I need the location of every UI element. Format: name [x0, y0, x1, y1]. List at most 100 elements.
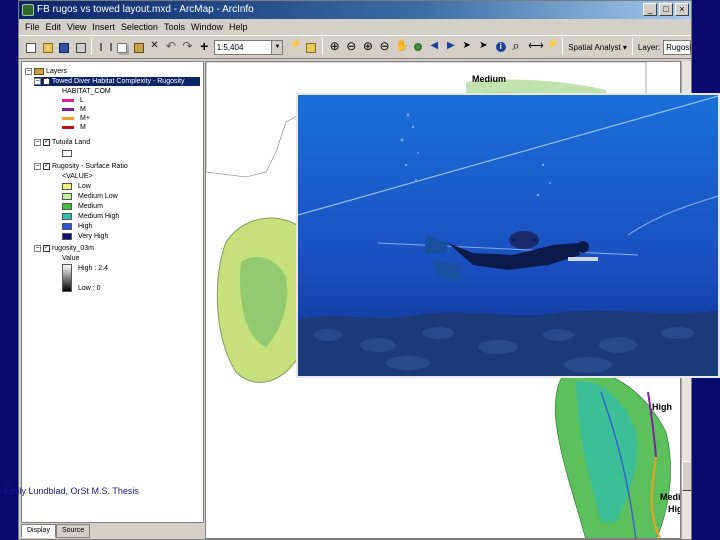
undo-icon[interactable]	[164, 39, 178, 54]
select-features-icon[interactable]	[461, 40, 475, 54]
legend-class-label: M	[80, 124, 86, 131]
legend-class-label: Medium Low	[78, 193, 118, 200]
back-extent-icon[interactable]	[427, 40, 441, 54]
photo-credit: Emily Lundblad, OrSt M.S. Thesis	[4, 486, 139, 496]
menu-window[interactable]: Window	[191, 19, 223, 35]
arcmap-app-icon	[22, 4, 34, 16]
pan-icon[interactable]	[394, 39, 408, 54]
measure-icon[interactable]	[527, 39, 543, 54]
menu-edit[interactable]: Edit	[46, 19, 62, 35]
menu-tools[interactable]: Tools	[164, 19, 185, 35]
legend-fill-swatch	[62, 223, 72, 230]
layers-icon	[34, 67, 44, 75]
map-scale-value: 1:5,404	[216, 42, 244, 52]
layer-name: Rugosity - Surface Ratio	[51, 163, 128, 170]
menu-view[interactable]: View	[67, 19, 86, 35]
zoom-in-icon[interactable]	[328, 39, 342, 54]
layer-row-tutuila-land[interactable]: − ✓ Tutuila Land	[34, 138, 90, 147]
save-icon[interactable]	[56, 40, 70, 54]
stretch-high-label: High : 2.4	[78, 265, 108, 272]
forward-extent-icon[interactable]	[444, 40, 458, 54]
collapse-icon[interactable]: −	[34, 77, 41, 85]
cut-icon[interactable]	[97, 40, 113, 54]
layer-combo[interactable]: Rugosi	[663, 39, 691, 55]
toolbar-separator	[321, 39, 323, 55]
layer-row-towed-diver[interactable]: − ✓ Towed Diver Habitat Complexity - Rugo…	[34, 77, 200, 86]
legend-class-label: Very High	[78, 233, 109, 240]
layer-row-rugosity-surface[interactable]: − ✓ Rugosity - Surface Ratio	[34, 162, 128, 171]
legend-line-swatch	[62, 99, 74, 102]
map-scale-combo[interactable]: 1:5,404 ▼	[213, 39, 284, 55]
legend-class-label: Medium High	[78, 213, 120, 220]
hyperlink-icon[interactable]	[544, 39, 559, 54]
legend-fill-swatch	[62, 193, 72, 200]
menu-help[interactable]: Help	[229, 19, 248, 35]
spatial-analyst-menu[interactable]: Spatial Analyst ▾	[568, 43, 627, 52]
layer-visibility-checkbox[interactable]: ✓	[43, 244, 50, 252]
chevron-down-icon[interactable]: ▼	[271, 40, 283, 54]
standard-toolbar: 1:5,404 ▼ Spatial Analyst ▾ Layer:	[19, 35, 691, 59]
layer-label: Layer:	[637, 42, 661, 52]
legend-line-swatch	[62, 117, 74, 120]
paste-icon[interactable]	[131, 40, 145, 54]
toc-root[interactable]: − Layers	[25, 67, 67, 76]
editor-icon[interactable]	[286, 39, 301, 54]
legend-class-label: L	[80, 97, 84, 104]
zoom-out-icon[interactable]	[344, 39, 358, 54]
select-elements-icon[interactable]	[477, 40, 491, 54]
legend-class-label: M+	[80, 115, 90, 122]
legend-fill-swatch	[62, 203, 72, 210]
collapse-icon[interactable]: −	[34, 244, 41, 252]
open-folder-icon[interactable]	[40, 40, 54, 54]
fixed-zoom-in-icon[interactable]	[361, 39, 375, 54]
menu-file[interactable]: File	[25, 19, 40, 35]
toolbar-separator	[91, 39, 93, 55]
diver-photo	[296, 93, 720, 378]
menu-insert[interactable]: Insert	[92, 19, 115, 35]
diver-photo-image	[298, 95, 718, 376]
table-of-contents: − Layers − ✓ Towed Diver Habitat Complexit…	[21, 61, 204, 523]
identify-icon[interactable]	[494, 40, 508, 54]
redo-icon[interactable]	[180, 39, 194, 54]
slide-background: FB rugos vs towed layout.mxd - ArcMap - …	[0, 0, 720, 540]
find-icon[interactable]	[510, 38, 524, 54]
layer-visibility-checkbox[interactable]: ✓	[43, 77, 50, 85]
title-bar[interactable]: FB rugos vs towed layout.mxd - ArcMap - …	[19, 1, 691, 19]
layer-visibility-checkbox[interactable]: ✓	[43, 138, 50, 146]
full-extent-icon[interactable]	[411, 40, 425, 54]
arctoolbox-icon[interactable]	[303, 40, 317, 54]
close-button[interactable]: ×	[675, 3, 689, 16]
add-data-icon[interactable]	[197, 38, 211, 54]
collapse-icon[interactable]: −	[25, 67, 32, 75]
layer-visibility-checkbox[interactable]: ✓	[43, 162, 50, 170]
fixed-zoom-out-icon[interactable]	[378, 39, 392, 54]
maximize-button[interactable]: □	[659, 3, 673, 16]
legend-line-swatch	[62, 126, 74, 129]
toolbar-separator	[631, 39, 633, 55]
toc-tabs: Display Source	[21, 524, 91, 538]
menu-selection[interactable]: Selection	[121, 19, 158, 35]
layer-name: rugosity_03m	[51, 245, 94, 252]
layer-name: Tutuila Land	[51, 139, 91, 146]
tab-display[interactable]: Display	[21, 524, 56, 538]
collapse-icon[interactable]: −	[34, 162, 41, 170]
legend-class-label: M	[80, 106, 86, 113]
legend-fill-swatch	[62, 183, 72, 190]
layer-name: Towed Diver Habitat Complexity - Rugosit…	[51, 78, 185, 85]
delete-icon[interactable]	[147, 40, 161, 54]
collapse-icon[interactable]: −	[34, 138, 41, 146]
layer-row-rugosity-raster[interactable]: − ✓ rugosity_03m	[34, 244, 94, 253]
map-label-medium-top: Medium	[472, 74, 507, 84]
tab-source[interactable]: Source	[55, 524, 91, 538]
window-title: FB rugos vs towed layout.mxd - ArcMap - …	[37, 4, 254, 15]
scroll-thumb[interactable]	[682, 461, 691, 491]
legend-fill-swatch	[62, 233, 72, 240]
map-label-high: High	[652, 402, 672, 412]
toc-root-label: Layers	[46, 68, 68, 75]
minimize-button[interactable]: _	[643, 3, 657, 16]
copy-icon[interactable]	[114, 40, 128, 54]
new-document-icon[interactable]	[23, 40, 37, 54]
print-icon[interactable]	[73, 40, 87, 54]
stretch-ramp-swatch	[62, 264, 72, 292]
layer-field-label: HABITAT_COM	[62, 88, 111, 95]
